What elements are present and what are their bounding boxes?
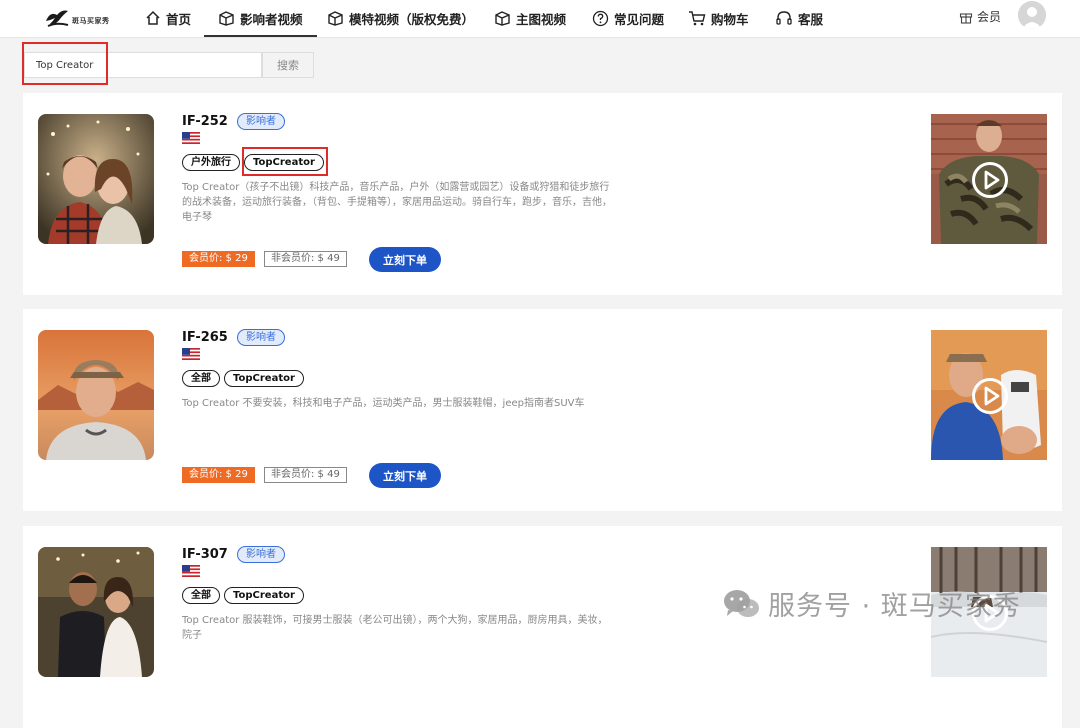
nav-item-label: 首页 (166, 11, 192, 27)
tag[interactable]: TopCreator (224, 370, 304, 387)
box-icon (328, 11, 343, 26)
nav-item-main-video[interactable]: 主图视频 (494, 0, 566, 36)
tag[interactable]: 全部 (182, 587, 220, 604)
box-icon (219, 11, 234, 26)
question-icon (592, 10, 609, 26)
home-icon (146, 10, 160, 25)
logo-text: 斑马买家秀 (72, 17, 110, 25)
wechat-watermark: 服务号 · 斑马买家秀 (722, 584, 1021, 623)
top-nav: 斑马买家秀 首页 影响者视频 模特视频（版权免费） 主图视频 常见问题 购物车 … (0, 0, 1080, 38)
influencer-description: Top Creator 不要安装，科技和电子产品，运动类产品，男士服装鞋帽，je… (182, 398, 585, 409)
nav-item-influencer-video[interactable]: 影响者视频 (204, 0, 317, 37)
wedding-photo-image (38, 547, 154, 677)
influencer-description: Top Creator 服装鞋饰，可接男士服装（老公可出镜），两个大狗，家居用品… (182, 615, 608, 641)
influencer-photo[interactable] (38, 547, 154, 677)
influencer-photo[interactable] (38, 330, 154, 460)
couple-photo-image (38, 114, 154, 244)
man-photo-image (38, 330, 154, 460)
influencer-description: Top Creator（孩子不出镜）科技产品，音乐产品，户外（如露营或园艺）设备… (182, 182, 612, 223)
nav-item-label: 主图视频 (516, 11, 567, 27)
influencer-card: IF-307 影响者 全部 TopCreator Top Creator 服装鞋… (23, 526, 1062, 728)
nav-item-label: 购物车 (711, 11, 749, 27)
watermark-text: 服务号 · 斑马买家秀 (768, 591, 1021, 622)
nonmember-price: 非会员价: $ 49 (264, 467, 347, 483)
tag-list: 全部 TopCreator (182, 370, 304, 387)
influencer-id: IF-265 (182, 330, 228, 345)
nav-item-faq[interactable]: 常见问题 (592, 0, 664, 36)
nonmember-price: 非会员价: $ 49 (264, 251, 347, 267)
user-icon (1018, 1, 1046, 29)
order-now-button[interactable]: 立刻下单 (369, 463, 441, 488)
cart-icon (689, 10, 706, 25)
tag[interactable]: 户外旅行 (182, 154, 240, 171)
nav-item-support[interactable]: 客服 (775, 0, 823, 36)
influencer-badge: 影响者 (237, 329, 285, 346)
wechat-icon (724, 589, 759, 617)
tag[interactable]: 全部 (182, 370, 220, 387)
video-thumbnail[interactable] (931, 330, 1047, 460)
nav-item-cart[interactable]: 购物车 (688, 0, 749, 36)
tag[interactable]: TopCreator (244, 154, 324, 171)
member-price: 会员价: $ 29 (182, 251, 255, 267)
headset-icon (776, 10, 792, 25)
nav-item-label: 客服 (798, 11, 824, 27)
member-link[interactable]: 会员 (959, 8, 1001, 25)
nav-item-label: 模特视频（版权免费） (349, 11, 475, 27)
influencer-badge: 影响者 (237, 113, 285, 130)
search-button[interactable]: 搜索 (262, 52, 314, 78)
tag[interactable]: TopCreator (224, 587, 304, 604)
play-icon[interactable] (971, 377, 1009, 415)
tag-list: 全部 TopCreator (182, 587, 304, 604)
us-flag-icon (182, 132, 200, 144)
influencer-card: IF-265 影响者 全部 TopCreator Top Creator 不要安… (23, 309, 1062, 511)
member-price: 会员价: $ 29 (182, 467, 255, 483)
user-avatar[interactable] (1018, 1, 1046, 29)
influencer-id: IF-252 (182, 114, 228, 129)
us-flag-icon (182, 565, 200, 577)
order-now-button[interactable]: 立刻下单 (369, 247, 441, 272)
us-flag-icon (182, 348, 200, 360)
nav-item-label: 影响者视频 (240, 11, 303, 27)
box-icon (495, 11, 510, 26)
nav-item-model-video[interactable]: 模特视频（版权免费） (327, 0, 474, 36)
tag-list: 户外旅行 TopCreator (182, 154, 324, 171)
play-icon[interactable] (971, 161, 1009, 199)
nav-item-home[interactable]: 首页 (145, 0, 191, 36)
nav-item-label: 常见问题 (614, 11, 665, 27)
logo[interactable]: 斑马买家秀 (44, 5, 118, 31)
gift-icon (959, 12, 973, 24)
zebra-logo-icon (46, 10, 69, 27)
influencer-card: IF-252 影响者 户外旅行 TopCreator Top Creator（孩… (23, 93, 1062, 295)
video-thumbnail[interactable] (931, 114, 1047, 244)
influencer-photo[interactable] (38, 114, 154, 244)
influencer-id: IF-307 (182, 547, 228, 562)
search-input[interactable] (24, 52, 262, 78)
member-label: 会员 (977, 10, 1002, 24)
influencer-badge: 影响者 (237, 546, 285, 563)
